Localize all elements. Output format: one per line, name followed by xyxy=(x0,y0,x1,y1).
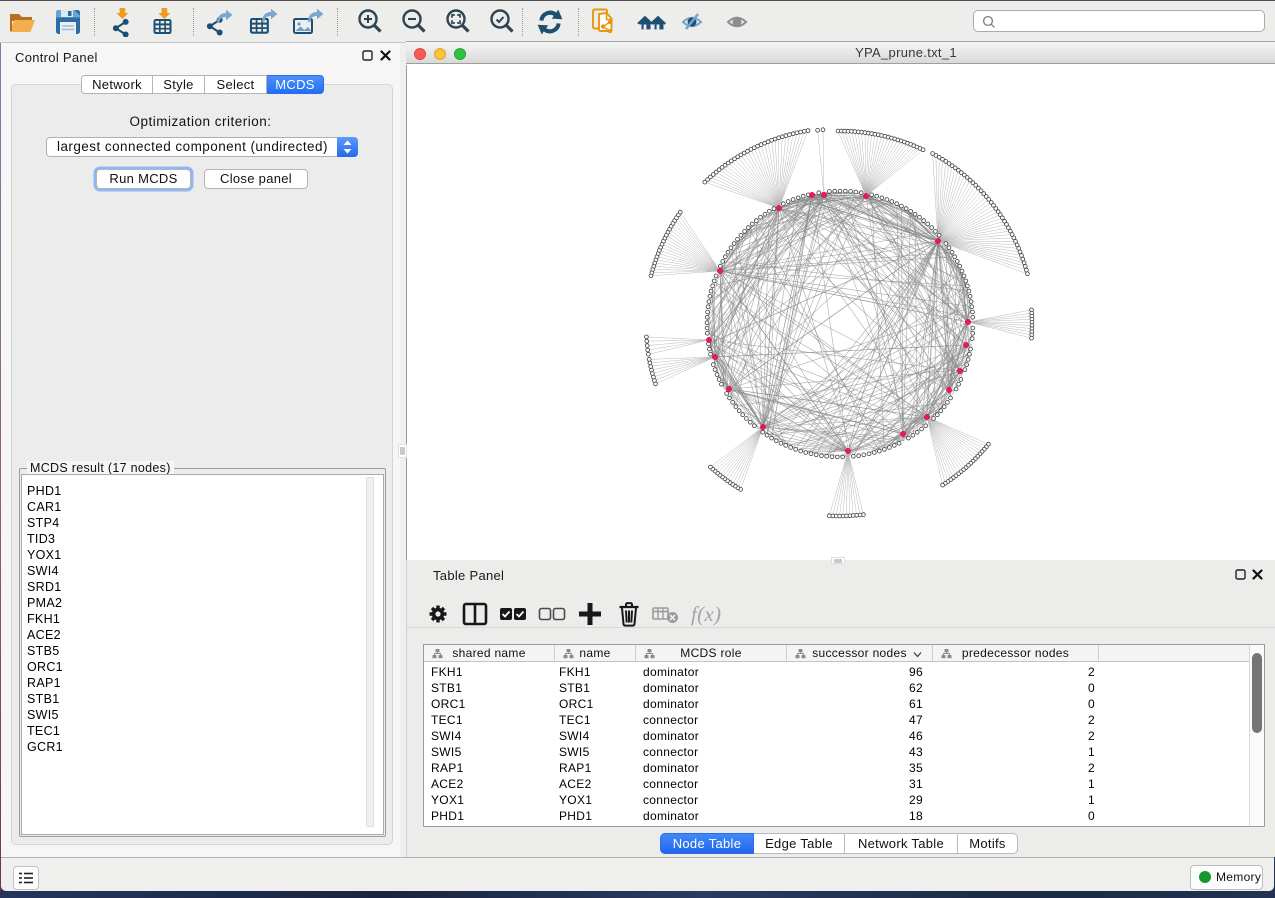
svg-text:f(x): f(x) xyxy=(691,602,721,626)
